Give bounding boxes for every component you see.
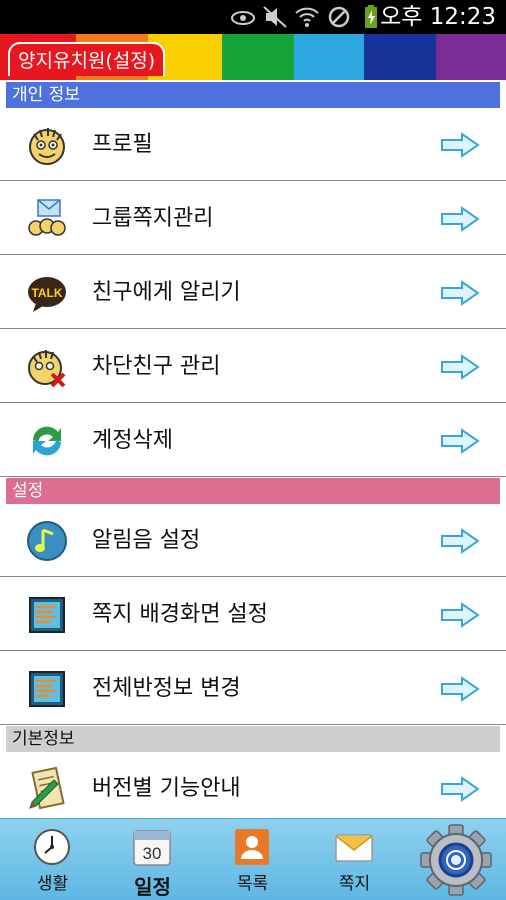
row-group-note[interactable]: 그룹쪽지관리: [0, 182, 506, 255]
status-bar: 오후 12:23: [0, 0, 506, 34]
tab-life[interactable]: 생활: [2, 819, 103, 900]
row-label: 친구에게 알리기: [92, 280, 241, 305]
tab-note[interactable]: 쪽지: [304, 819, 405, 900]
app-screen: 오후 12:23 양지유치원(설정) 개인 정보 프로필 그룹쪽지관리 TALK…: [0, 0, 506, 900]
row-label: 버전별 기능안내: [92, 776, 241, 801]
row-label: 차단친구 관리: [92, 354, 221, 379]
row-label: 쪽지 배경화면 설정: [92, 602, 268, 627]
talk-badge-text: TALK: [31, 286, 62, 300]
board-icon: [29, 597, 65, 633]
music-note-icon: [27, 521, 67, 561]
row-tell-friends[interactable]: TALK 친구에게 알리기: [0, 256, 506, 329]
header-stripe: [436, 34, 506, 80]
status-icons: [230, 4, 384, 30]
row-label: 프로필: [92, 132, 153, 157]
app-header: 양지유치원(설정): [0, 34, 506, 80]
arrow-right-icon[interactable]: [440, 776, 480, 802]
settings-gear-icon[interactable]: [420, 823, 492, 897]
calendar-day-text: 30: [143, 844, 162, 863]
section-header-personal: 개인 정보: [6, 82, 500, 108]
header-stripe: [364, 34, 436, 80]
row-label: 계정삭제: [92, 428, 173, 453]
status-clock: 12:23: [429, 4, 496, 30]
arrow-right-icon[interactable]: [440, 206, 480, 232]
board-icon: [29, 671, 65, 707]
bottom-tab-bar: 생활 30 일정 목록 쪽지: [0, 818, 506, 900]
row-notification-sound[interactable]: 알림음 설정: [0, 504, 506, 577]
row-blocked-friends[interactable]: 차단친구 관리: [0, 330, 506, 403]
arrow-right-icon[interactable]: [440, 676, 480, 702]
section-header-basic: 기본정보: [6, 726, 500, 752]
arrow-right-icon[interactable]: [440, 354, 480, 380]
row-class-info[interactable]: 전체반정보 변경: [0, 652, 506, 725]
header-stripe: [222, 34, 294, 80]
row-version-guide[interactable]: 버전별 기능안내: [0, 752, 506, 825]
group-note-icon: [28, 199, 66, 236]
section-header-settings: 설정: [6, 478, 500, 504]
contacts-icon: [235, 829, 269, 865]
header-stripe: [294, 34, 364, 80]
profile-face-icon: [29, 128, 65, 165]
calendar-icon: 30: [133, 830, 171, 866]
status-time: 오후 12:23: [380, 2, 496, 32]
row-label: 그룹쪽지관리: [92, 206, 214, 231]
arrow-right-icon[interactable]: [440, 132, 480, 158]
document-pen-icon: [29, 766, 65, 810]
arrow-right-icon[interactable]: [440, 602, 480, 628]
wifi-icon: [295, 7, 319, 27]
status-ampm: 오후: [380, 4, 423, 30]
tab-label: 일정: [134, 875, 171, 899]
no-signal-icon: [328, 6, 350, 28]
tab-list[interactable]: 목록: [202, 819, 303, 900]
row-label: 알림음 설정: [92, 528, 201, 553]
tab-label: 쪽지: [338, 874, 371, 894]
refresh-icon: [33, 426, 61, 456]
kakaotalk-icon: TALK: [28, 277, 66, 312]
row-profile[interactable]: 프로필: [0, 108, 506, 181]
envelope-icon: [335, 834, 373, 862]
arrow-right-icon[interactable]: [440, 280, 480, 306]
arrow-right-icon[interactable]: [440, 528, 480, 554]
row-delete-account[interactable]: 계정삭제: [0, 404, 506, 477]
row-note-background[interactable]: 쪽지 배경화면 설정: [0, 578, 506, 651]
mute-icon: [263, 6, 287, 28]
blocked-face-icon: [28, 350, 66, 388]
tab-label: 목록: [236, 874, 269, 894]
tab-schedule[interactable]: 30 일정: [102, 819, 203, 900]
row-label: 전체반정보 변경: [92, 676, 241, 701]
clock-icon: [34, 829, 70, 865]
arrow-right-icon[interactable]: [440, 428, 480, 454]
eye-icon: [231, 11, 255, 25]
page-title: 양지유치원(설정): [8, 42, 166, 76]
tab-label: 생활: [36, 874, 69, 894]
